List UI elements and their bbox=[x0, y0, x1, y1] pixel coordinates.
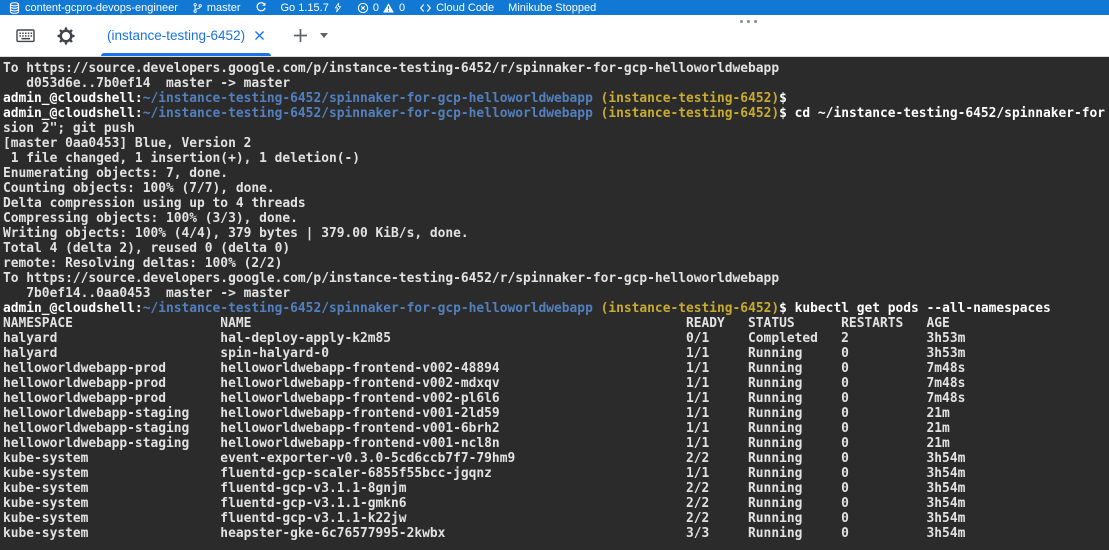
tab-label: (instance-testing-6452) bbox=[107, 28, 245, 43]
terminal-line: To https://source.developers.google.com/… bbox=[3, 61, 1109, 76]
sync-icon bbox=[255, 1, 267, 14]
close-icon bbox=[254, 30, 265, 41]
pods-table-row: helloworldwebapp-prod helloworldwebapp-f… bbox=[3, 361, 1109, 376]
terminal-prompt-line: admin_@cloudshell:~/instance-testing-645… bbox=[3, 301, 1109, 316]
tab-close-button[interactable] bbox=[254, 30, 265, 41]
gear-icon bbox=[57, 27, 75, 45]
pods-table-row: halyard hal-deploy-apply-k2m85 0/1 Compl… bbox=[3, 331, 1109, 346]
keyboard-icon bbox=[16, 28, 35, 43]
cloud-shell-window: content-gcpro-devops-engineer master bbox=[0, 0, 1109, 550]
terminal-line: Writing objects: 100% (4/4), 379 bytes |… bbox=[3, 226, 1109, 241]
pods-table-row: helloworldwebapp-staging helloworldwebap… bbox=[3, 406, 1109, 421]
cloud-code-label: Cloud Code bbox=[436, 2, 494, 14]
statusbar-sync-item[interactable] bbox=[255, 0, 267, 15]
minikube-status-label: Minikube Stopped bbox=[508, 2, 596, 14]
terminal-line: Delta compression using up to 4 threads bbox=[3, 196, 1109, 211]
settings-button[interactable] bbox=[57, 27, 75, 45]
pods-table-row: kube-system heapster-gke-6c76577995-2kwb… bbox=[3, 526, 1109, 541]
terminal-prompt-line: admin_@cloudshell:~/instance-testing-645… bbox=[3, 91, 1109, 106]
terminal-line: Compressing objects: 100% (3/3), done. bbox=[3, 211, 1109, 226]
new-tab-button[interactable] bbox=[293, 28, 308, 43]
terminal-line: 1 file changed, 1 insertion(+), 1 deleti… bbox=[3, 151, 1109, 166]
pods-table-row: kube-system fluentd-gcp-v3.1.1-gmkn6 2/2… bbox=[3, 496, 1109, 511]
pods-table-row: kube-system fluentd-gcp-v3.1.1-8gnjm 2/2… bbox=[3, 481, 1109, 496]
statusbar-go-item[interactable]: Go 1.15.7 bbox=[281, 0, 343, 15]
statusbar-cloud-code-item[interactable]: Cloud Code bbox=[419, 0, 494, 15]
terminal-prompt-line: admin_@cloudshell:~/instance-testing-645… bbox=[3, 106, 1109, 121]
pods-table-row: halyard spin-halyard-0 1/1 Running 0 3h5… bbox=[3, 346, 1109, 361]
terminal-line: Enumerating objects: 7, done. bbox=[3, 166, 1109, 181]
plus-icon bbox=[293, 28, 308, 43]
warning-triangle-icon bbox=[382, 2, 395, 14]
drag-dot bbox=[740, 20, 743, 23]
terminal-line: d053d6e..7b0ef14 master -> master bbox=[3, 76, 1109, 91]
drag-dot bbox=[747, 20, 750, 23]
terminal-line: sion 2"; git push bbox=[3, 121, 1109, 136]
tab-instance-testing-6452[interactable]: (instance-testing-6452) bbox=[103, 16, 269, 56]
terminal-line: [master 0aa0453] Blue, Version 2 bbox=[3, 136, 1109, 151]
tab-menu-button[interactable] bbox=[320, 33, 328, 38]
pods-table-row: kube-system fluentd-gcp-v3.1.1-k22jw 2/2… bbox=[3, 511, 1109, 526]
terminal-line: Counting objects: 100% (7/7), done. bbox=[3, 181, 1109, 196]
project-name: content-gcpro-devops-engineer bbox=[25, 2, 178, 14]
go-version-label: Go 1.15.7 bbox=[281, 2, 329, 14]
status-bar: content-gcpro-devops-engineer master bbox=[0, 0, 1109, 15]
pods-table-row: helloworldwebapp-staging helloworldwebap… bbox=[3, 421, 1109, 436]
pods-table-row: kube-system event-exporter-v0.3.0-5cd6cc… bbox=[3, 451, 1109, 466]
error-circle-icon bbox=[357, 2, 369, 14]
code-brackets-icon bbox=[419, 2, 432, 14]
active-tab-underline bbox=[101, 53, 271, 56]
lightning-icon bbox=[333, 1, 343, 14]
chevron-down-icon bbox=[320, 33, 328, 38]
pods-table-row: helloworldwebapp-prod helloworldwebapp-f… bbox=[3, 376, 1109, 391]
terminal-line: 7b0ef14..0aa0453 master -> master bbox=[3, 286, 1109, 301]
pods-table-row: helloworldwebapp-staging helloworldwebap… bbox=[3, 436, 1109, 451]
warning-count: 0 bbox=[399, 2, 405, 14]
statusbar-branch-item[interactable]: master bbox=[192, 0, 241, 15]
statusbar-project-item[interactable]: content-gcpro-devops-engineer bbox=[8, 0, 178, 15]
error-count: 0 bbox=[373, 2, 379, 14]
pods-table-header: NAMESPACE NAME READY STATUS RESTARTS AGE bbox=[3, 316, 1109, 331]
pods-table-row: kube-system fluentd-gcp-scaler-6855f55bc… bbox=[3, 466, 1109, 481]
terminal-line: To https://source.developers.google.com/… bbox=[3, 271, 1109, 286]
git-branch-icon bbox=[192, 1, 203, 15]
pods-table-row: helloworldwebapp-prod helloworldwebapp-f… bbox=[3, 391, 1109, 406]
terminal-text: To https://source.developers.google.com/… bbox=[3, 61, 1109, 541]
terminal[interactable]: To https://source.developers.google.com/… bbox=[0, 57, 1109, 550]
statusbar-minikube-item[interactable]: Minikube Stopped bbox=[508, 0, 596, 15]
database-icon bbox=[8, 1, 21, 15]
keyboard-button[interactable] bbox=[16, 28, 35, 43]
panel-drag-handle[interactable] bbox=[740, 20, 757, 23]
tab-bar: (instance-testing-6452) bbox=[0, 15, 1109, 57]
statusbar-problems-item[interactable]: 0 0 bbox=[357, 2, 405, 14]
branch-name: master bbox=[207, 2, 241, 14]
drag-dot bbox=[754, 20, 757, 23]
terminal-line: Total 4 (delta 2), reused 0 (delta 0) bbox=[3, 241, 1109, 256]
terminal-line: remote: Resolving deltas: 100% (2/2) bbox=[3, 256, 1109, 271]
